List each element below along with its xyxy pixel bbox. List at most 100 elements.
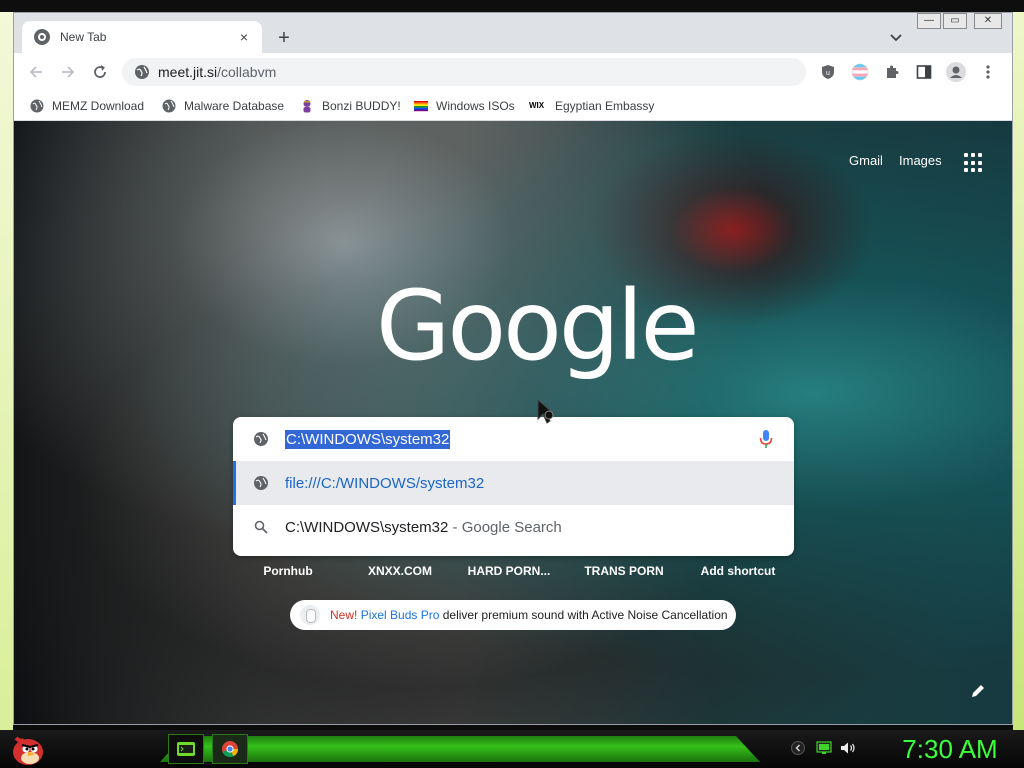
bookmark-label: Windows ISOs <box>436 99 515 113</box>
desktop-left-strip <box>0 12 13 730</box>
minimize-button[interactable]: — <box>917 13 941 29</box>
bookmark-label: Egyptian Embassy <box>555 99 655 113</box>
angry-bird-start-icon[interactable] <box>6 730 46 768</box>
new-tab-button[interactable]: + <box>272 27 296 51</box>
reload-icon <box>94 65 106 78</box>
network-icon <box>816 741 832 754</box>
forward-button[interactable] <box>54 58 82 86</box>
gmail-link[interactable]: Gmail <box>849 153 883 168</box>
desktop-top-strip <box>0 0 1024 12</box>
toolbar: meet.jit.si/collabvm u <box>14 53 1012 91</box>
globe-icon <box>254 476 268 490</box>
search-dropdown: C:\WINDOWS\system32 file:///C:/WINDOWS/s… <box>233 417 794 556</box>
browser-window: New Tab × + — ▭ ✕ meet.jit.si/collabvm u… <box>13 12 1013 725</box>
bookmarks-bar: MEMZ Download Malware Database Bonzi BUD… <box>14 91 1012 121</box>
bookmark-bonzi-buddy[interactable]: Bonzi BUDDY! <box>300 97 401 115</box>
taskbar-chrome-button[interactable] <box>212 734 248 764</box>
side-panel-icon <box>916 65 932 79</box>
tray-expand-button[interactable] <box>790 740 806 756</box>
taskbar-glow <box>160 736 760 762</box>
wix-icon: WIX <box>529 101 545 110</box>
taskbar-clock[interactable]: 7:30 AM <box>882 732 1018 766</box>
rainbow-flag-icon <box>414 101 428 112</box>
tray-volume-button[interactable] <box>840 740 856 756</box>
kebab-menu-icon <box>986 65 990 79</box>
bonzi-icon <box>303 100 311 113</box>
bookmark-egyptian-embassy[interactable]: WIX Egyptian Embassy <box>529 97 654 115</box>
images-link[interactable]: Images <box>899 153 942 168</box>
address-host: meet.jit.si <box>158 64 218 80</box>
terminal-app-icon <box>177 742 195 756</box>
bookmark-label: Malware Database <box>184 99 285 113</box>
svg-text:u: u <box>826 70 830 77</box>
globe-icon <box>30 99 44 113</box>
arrow-right-icon <box>62 66 75 78</box>
shield-icon: u <box>822 65 834 79</box>
suggestion-text: C:\WINDOWS\system32 - Google Search <box>285 519 562 536</box>
search-icon <box>254 520 268 534</box>
suggestion-file-url[interactable]: file:///C:/WINDOWS/system32 <box>233 461 794 505</box>
globe-icon <box>162 99 176 113</box>
bookmark-label: Bonzi BUDDY! <box>322 99 401 113</box>
bookmark-memz-download[interactable]: MEMZ Download <box>30 97 144 115</box>
reload-button[interactable] <box>86 58 114 86</box>
promo-chip[interactable]: New! Pixel Buds Pro deliver premium soun… <box>290 600 736 630</box>
suggestion-google-search[interactable]: C:\WINDOWS\system32 - Google Search <box>233 505 794 549</box>
pencil-icon <box>972 685 984 697</box>
microphone-icon[interactable] <box>758 429 774 449</box>
tab-new-tab[interactable]: New Tab × <box>22 21 262 53</box>
extensions-button[interactable] <box>882 62 902 82</box>
promo-text: deliver premium sound with Active Noise … <box>442 608 728 622</box>
globe-icon <box>254 432 268 446</box>
restore-button[interactable]: ▭ <box>943 13 967 29</box>
search-query: C:\WINDOWS\system32 <box>285 429 451 449</box>
avatar-icon <box>946 62 966 82</box>
search-input[interactable]: C:\WINDOWS\system32 <box>233 417 794 461</box>
chrome-icon <box>34 29 50 45</box>
tab-title: New Tab <box>60 30 107 44</box>
suggestion-text: file:///C:/WINDOWS/system32 <box>285 474 485 492</box>
side-panel-button[interactable] <box>914 62 934 82</box>
suggestion-query: C:\WINDOWS\system32 <box>285 518 449 536</box>
tab-close-button[interactable]: × <box>236 29 252 45</box>
taskbar-terminal-button[interactable] <box>168 734 204 764</box>
mouse-cursor-icon <box>537 399 555 424</box>
address-bar[interactable]: meet.jit.si/collabvm <box>122 58 806 86</box>
shortcut-tile[interactable]: HARD PORN... <box>466 564 552 578</box>
bookmark-label: MEMZ Download <box>52 99 145 113</box>
google-logo: Google <box>376 270 700 382</box>
apps-grid-icon[interactable] <box>964 153 984 173</box>
address-url: meet.jit.si/collabvm <box>158 64 276 80</box>
trans-flag-extension-button[interactable] <box>850 62 870 82</box>
ublock-extension-button[interactable]: u <box>818 62 838 82</box>
chevron-left-icon <box>791 741 805 755</box>
back-button[interactable] <box>22 58 50 86</box>
add-shortcut-tile[interactable]: Add shortcut <box>696 564 780 578</box>
shortcut-tile[interactable]: Pornhub <box>262 564 314 578</box>
tab-strip: New Tab × + — ▭ ✕ <box>14 13 1012 53</box>
chrome-app-icon <box>222 741 238 758</box>
trans-flag-icon <box>851 63 869 81</box>
puzzle-icon <box>887 65 899 78</box>
desktop-right-strip <box>1013 12 1024 730</box>
promo-new-label: New! <box>330 608 358 622</box>
taskbar: 7:30 AM <box>0 730 1024 768</box>
tab-search-button[interactable] <box>886 27 906 47</box>
shortcut-tile[interactable]: XNXX.COM <box>362 564 438 578</box>
new-tab-page: Gmail Images Google C:\WINDOWS\system32 <box>14 121 1012 724</box>
bookmark-windows-isos[interactable]: Windows ISOs <box>414 97 515 115</box>
shortcut-tile[interactable]: TRANS PORN <box>582 564 666 578</box>
arrow-left-icon <box>29 66 42 78</box>
close-window-button[interactable]: ✕ <box>974 13 1002 29</box>
menu-button[interactable] <box>978 62 998 82</box>
promo-product: Pixel Buds Pro <box>360 608 440 622</box>
speaker-icon <box>841 742 855 754</box>
address-path: /collabvm <box>217 64 277 80</box>
pixel-buds-icon <box>300 605 320 625</box>
bookmark-malware-database[interactable]: Malware Database <box>162 97 284 115</box>
globe-icon <box>135 65 149 79</box>
suggestion-suffix: - Google Search <box>448 518 562 536</box>
profile-button[interactable] <box>946 62 966 82</box>
customize-button[interactable] <box>968 681 988 701</box>
tray-network-button[interactable] <box>816 740 832 756</box>
